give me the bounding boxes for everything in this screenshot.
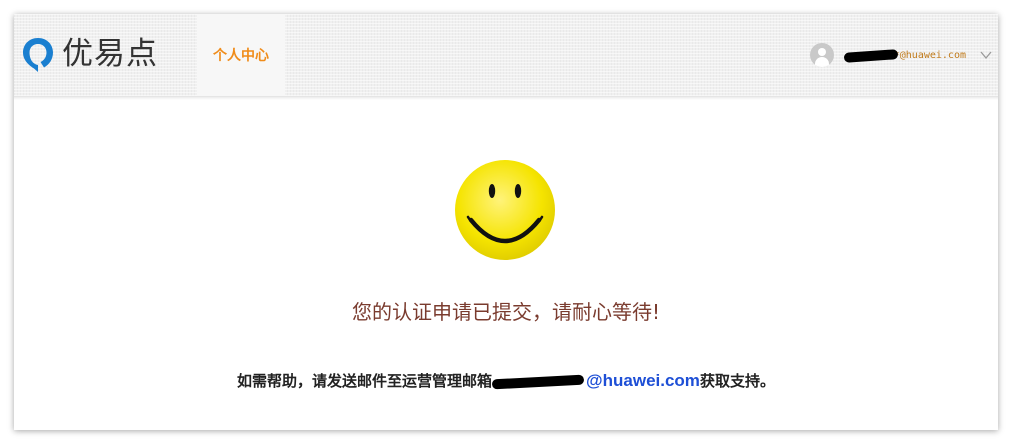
help-suffix: 获取支持。 bbox=[699, 372, 775, 390]
q-logo-icon bbox=[23, 38, 53, 72]
user-email[interactable]: *@huawei.com bbox=[843, 48, 966, 63]
brand-logo[interactable]: 优易点 bbox=[20, 34, 158, 74]
help-prefix: 如需帮助，请发送邮件至运营管理邮箱 bbox=[237, 372, 493, 390]
help-message: 如需帮助，请发送邮件至运营管理邮箱 @huawei.com获取支持。 bbox=[14, 370, 998, 391]
chevron-down-icon[interactable] bbox=[980, 49, 992, 61]
smiley-face-icon bbox=[455, 160, 555, 260]
support-email-link[interactable]: @huawei.com bbox=[586, 371, 700, 390]
user-avatar-icon[interactable] bbox=[809, 43, 834, 67]
header-divider bbox=[14, 96, 998, 100]
redaction-mark bbox=[491, 374, 585, 389]
app-window: 优易点 个人中心 *@huawei.com 您的认证申请已提交，请耐心等待! 如… bbox=[14, 14, 998, 430]
user-menu[interactable]: *@huawei.com bbox=[809, 42, 992, 68]
user-email-text: *@huawei.com bbox=[893, 49, 966, 61]
redaction-mark bbox=[843, 48, 899, 63]
tab-personal-center[interactable]: 个人中心 bbox=[197, 14, 285, 96]
brand-name: 优易点 bbox=[62, 36, 158, 72]
submission-status-message: 您的认证申请已提交，请耐心等待! bbox=[351, 300, 661, 324]
top-header: 优易点 个人中心 *@huawei.com bbox=[14, 14, 998, 97]
